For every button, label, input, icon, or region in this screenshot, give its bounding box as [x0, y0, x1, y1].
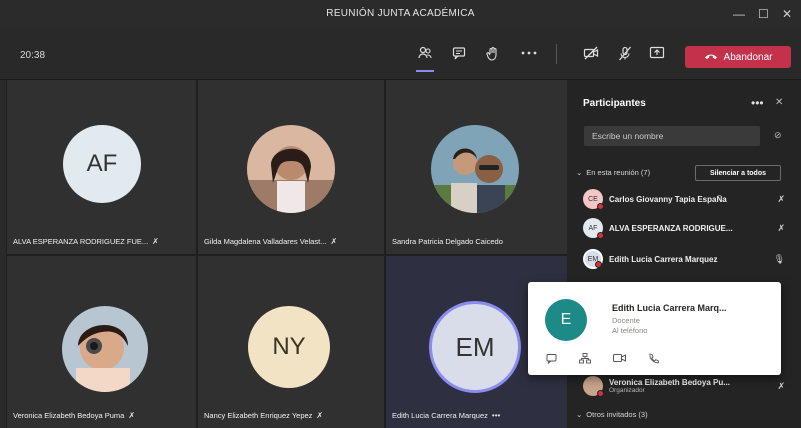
participant-tile[interactable]: Gilda Magdalena Valladares Velast... ✗ — [198, 80, 384, 254]
mic-off-icon: ✗ — [128, 411, 136, 420]
audio-call-icon[interactable] — [648, 353, 660, 367]
participant-name: Edith Lucia Carrera Marquez — [609, 254, 718, 264]
avatar — [431, 125, 519, 213]
search-input[interactable]: Escribe un nombre — [584, 126, 760, 146]
avatar: EM — [583, 249, 603, 269]
mic-off-icon: ✗ — [316, 411, 324, 420]
mic-off-icon: ✗ — [152, 237, 159, 246]
close-window-button[interactable]: ✕ — [782, 7, 792, 21]
share-link-icon[interactable]: ⊘ — [774, 130, 782, 141]
window-edge — [0, 80, 6, 428]
status-badge — [597, 390, 604, 397]
participant-row[interactable]: EM Edith Lucia Carrera Marquez 🎙︎ — [583, 248, 795, 270]
meeting-title: REUNIÓN JUNTA ACADÉMICA — [326, 8, 475, 19]
participant-tile[interactable]: NY Nancy Elizabeth Enriquez Yepez ✗ — [198, 256, 384, 428]
mic-off-icon: ✗ — [777, 222, 785, 233]
avatar: NY — [248, 306, 330, 388]
tile-name: Edith Lucia Carrera Marquez — [392, 411, 488, 420]
participant-row[interactable]: CE Carlos Giovanny Tapia EspaÑa ✗ — [583, 188, 795, 210]
org-chart-icon[interactable] — [579, 353, 591, 367]
participant-name: Carlos Giovanny Tapia EspaÑa — [609, 194, 727, 204]
profile-card: E Edith Lucia Carrera Marq... Docente Al… — [528, 282, 781, 375]
participant-name-text: Veronica Elizabeth Bedoya Pu... — [609, 378, 730, 387]
leave-label: Abandonar — [723, 51, 773, 63]
leave-button[interactable]: Abandonar — [685, 46, 791, 68]
chat-icon[interactable] — [546, 353, 557, 367]
tile-name-label: ALVA ESPERANZA RODRIGUEZ FUE... ✗ — [13, 237, 159, 246]
participants-panel: Participantes ••• ✕ Escribe un nombre ⊘ … — [567, 80, 801, 428]
share-icon[interactable] — [644, 40, 670, 66]
mic-icon: 🎙︎ — [773, 253, 785, 264]
mic-off-icon: ✗ — [777, 380, 785, 391]
panel-close-button[interactable]: ✕ — [775, 97, 783, 108]
meeting-timer: 20:38 — [20, 50, 46, 61]
status-badge — [595, 261, 602, 268]
section-label: En esta reunión (7) — [586, 168, 651, 177]
avatar: AF — [583, 218, 604, 239]
title-bar: REUNIÓN JUNTA ACADÉMICA — ☐ ✕ — [0, 0, 801, 28]
participant-row[interactable]: Veronica Elizabeth Bedoya Pu... Organiza… — [583, 375, 795, 397]
toolbar-divider — [556, 44, 557, 64]
avatar-initials: CE — [588, 195, 598, 203]
tile-name-label: Edith Lucia Carrera Marquez ••• — [392, 411, 500, 420]
participant-role: Organizador — [609, 387, 645, 394]
status-badge — [597, 203, 604, 210]
tile-name: Sandra Patricia Delgado Caicedo — [392, 237, 503, 246]
card-name: Edith Lucia Carrera Marq... — [612, 303, 727, 313]
maximize-button[interactable]: ☐ — [758, 7, 769, 21]
card-status: Al teléfono — [612, 326, 648, 335]
card-actions — [546, 353, 660, 367]
section-label: Otros invitados (3) — [586, 410, 648, 419]
participant-tile[interactable]: Sandra Patricia Delgado Caicedo — [386, 80, 567, 254]
tile-name: Veronica Elizabeth Bedoya Puma — [13, 411, 125, 420]
mic-off-icon[interactable] — [612, 40, 638, 66]
tile-name: Gilda Magdalena Valladares Velast... — [204, 237, 327, 246]
participants-icon[interactable] — [412, 40, 438, 72]
avatar — [583, 376, 604, 397]
participant-tile[interactable]: AF ALVA ESPERANZA RODRIGUEZ FUE... ✗ — [7, 80, 196, 254]
chat-icon[interactable] — [446, 40, 472, 66]
tile-name-label: Gilda Magdalena Valladares Velast... ✗ — [204, 237, 337, 246]
in-meeting-section[interactable]: ⌄ En esta reunión (7) — [576, 168, 650, 177]
chevron-down-icon: ⌄ — [576, 168, 583, 177]
phone-icon — [704, 52, 718, 63]
video-call-icon[interactable] — [613, 353, 626, 367]
participant-name: ALVA ESPERANZA RODRIGUE... — [609, 223, 733, 233]
avatar — [62, 306, 148, 392]
mute-all-button[interactable]: Silenciar a todos — [695, 165, 781, 181]
tile-name-label: Veronica Elizabeth Bedoya Puma ✗ — [13, 411, 135, 420]
avatar-initials: AF — [588, 224, 598, 232]
minimize-button[interactable]: — — [733, 7, 745, 21]
panel-more-button[interactable]: ••• — [751, 96, 764, 110]
mic-off-icon: ✗ — [777, 193, 785, 204]
card-role: Docente — [612, 316, 640, 325]
avatar: EM — [429, 301, 521, 393]
tile-name-label: Nancy Elizabeth Enriquez Yepez ✗ — [204, 411, 323, 420]
tile-name: Nancy Elizabeth Enriquez Yepez — [204, 411, 313, 420]
mic-off-icon: ✗ — [330, 237, 338, 246]
participant-tile[interactable]: Veronica Elizabeth Bedoya Puma ✗ — [7, 256, 196, 428]
participant-name: Veronica Elizabeth Bedoya Pu... Organiza… — [609, 378, 769, 394]
participant-row[interactable]: AF ALVA ESPERANZA RODRIGUE... ✗ — [583, 217, 795, 239]
avatar: CE — [583, 189, 604, 210]
raise-hand-icon[interactable] — [480, 40, 506, 66]
avatar: AF — [63, 125, 141, 203]
avatar — [247, 125, 335, 213]
camera-off-icon[interactable] — [578, 40, 604, 66]
tile-name-label: Sandra Patricia Delgado Caicedo — [392, 237, 503, 246]
chevron-down-icon: ⌄ — [576, 410, 583, 419]
more-icon[interactable] — [516, 40, 542, 66]
more-icon[interactable]: ••• — [492, 411, 500, 420]
panel-title: Participantes — [583, 98, 646, 109]
status-badge — [597, 232, 604, 239]
tile-name: ALVA ESPERANZA RODRIGUEZ FUE... — [13, 237, 149, 246]
others-section[interactable]: ⌄ Otros invitados (3) — [576, 410, 648, 419]
card-avatar: E — [545, 299, 587, 341]
meeting-toolbar: 20:38 Abandonar — [0, 28, 801, 80]
